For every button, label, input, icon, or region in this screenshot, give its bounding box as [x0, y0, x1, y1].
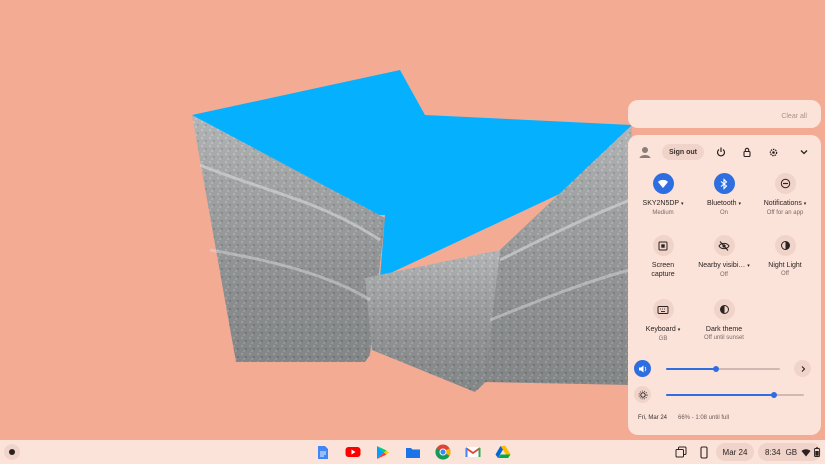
volume-slider[interactable]: [666, 366, 780, 372]
gmail-icon[interactable]: [464, 443, 482, 461]
files-icon[interactable]: [404, 443, 422, 461]
notification-card: Clear all: [628, 100, 821, 128]
brightness-slider-fill: [666, 394, 774, 396]
notifications-tile[interactable]: Notifications ▾ Off for an app: [754, 173, 816, 217]
keyboard-status: GB: [658, 336, 668, 342]
ime-indicator: GB: [785, 447, 798, 457]
battery-status: 66% - 1:08 until full: [678, 415, 730, 421]
date-tray[interactable]: Mar 24: [716, 443, 754, 461]
status-tray[interactable]: 8:34 GB: [758, 443, 821, 461]
brightness-slider[interactable]: [666, 392, 804, 398]
avatar-icon[interactable]: [638, 145, 652, 159]
brightness-icon: [634, 386, 651, 403]
nearby-visibility-tile[interactable]: Nearby visibi… ▾ Off: [693, 235, 755, 279]
lock-icon[interactable]: [739, 144, 755, 160]
launcher-icon: [9, 449, 15, 455]
wifi-tile[interactable]: SKY2N5DP ▾ Medium: [632, 173, 694, 217]
bluetooth-tile[interactable]: Bluetooth ▾ On: [693, 173, 755, 217]
night-light-status: Off: [781, 271, 789, 277]
battery-icon: [814, 447, 821, 457]
keyboard-icon: [652, 299, 674, 320]
play-store-icon[interactable]: [374, 443, 392, 461]
wifi-status: Medium: [652, 210, 674, 216]
sign-out-button[interactable]: Sign out: [662, 144, 704, 160]
brightness-slider-thumb[interactable]: [770, 392, 777, 398]
night-light-tile[interactable]: Night Light Off: [754, 235, 816, 278]
volume-slider-thumb[interactable]: [713, 366, 720, 372]
bluetooth-status: On: [719, 210, 728, 216]
wifi-label: SKY2N5DP: [642, 200, 679, 207]
night-light-label: Night Light: [768, 262, 802, 269]
launcher-button[interactable]: [4, 444, 20, 460]
screen-capture-icon: [652, 235, 674, 256]
volume-slider-fill: [666, 368, 717, 370]
wifi-icon: [801, 448, 811, 456]
do-not-disturb-icon: [774, 173, 796, 194]
quick-settings-panel: Sign out SKY2N5DP ▾ Medium Bluetooth ▾ O…: [628, 135, 821, 435]
phone-hub-icon[interactable]: [695, 443, 713, 461]
screen-capture-tile[interactable]: Screen capture: [632, 235, 694, 279]
dark-theme-label: Dark theme: [705, 326, 743, 333]
bluetooth-icon: [713, 173, 735, 194]
notifications-label: Notifications: [763, 200, 802, 207]
youtube-icon[interactable]: [344, 443, 362, 461]
drive-icon[interactable]: [494, 443, 512, 461]
power-icon[interactable]: [713, 144, 729, 160]
keyboard-label: Keyboard: [645, 326, 676, 333]
dark-theme-icon: [713, 299, 735, 320]
shelf: Mar 24 8:34 GB: [0, 440, 825, 464]
gear-icon[interactable]: [765, 144, 781, 160]
screen-capture-label: Screen capture: [651, 262, 675, 278]
notifications-status: Off for an app: [766, 210, 804, 216]
dark-theme-tile[interactable]: Dark theme Off until sunset: [693, 299, 755, 342]
audio-settings-chevron-icon[interactable]: [794, 360, 811, 377]
bluetooth-label: Bluetooth: [706, 200, 737, 207]
visibility-off-icon: [713, 235, 735, 256]
night-light-icon: [774, 235, 796, 256]
volume-icon[interactable]: [634, 360, 651, 377]
chevron-down-icon[interactable]: [796, 144, 812, 160]
wifi-icon: [652, 173, 674, 194]
docs-icon[interactable]: [314, 443, 332, 461]
nearby-visibility-status: Off: [720, 272, 728, 278]
dark-theme-status: Off until sunset: [704, 335, 744, 341]
keyboard-tile[interactable]: Keyboard ▾ GB: [632, 299, 694, 343]
clock-time: 8:34: [765, 447, 781, 457]
overview-icon[interactable]: [672, 443, 690, 461]
clear-all-button[interactable]: Clear all: [781, 113, 807, 120]
chrome-icon[interactable]: [434, 443, 452, 461]
nearby-visibility-label: Nearby visibi…: [698, 262, 746, 269]
date-label[interactable]: Fri, Mar 24: [638, 415, 667, 421]
